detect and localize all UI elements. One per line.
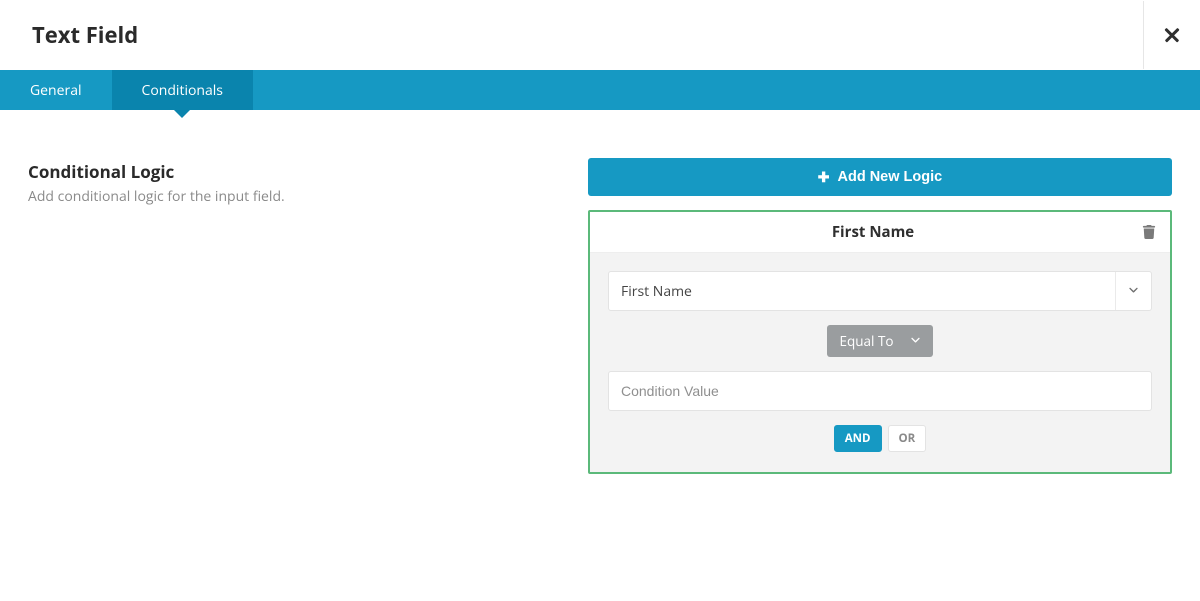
tab-conditionals[interactable]: Conditionals xyxy=(112,70,253,110)
field-select-value: First Name xyxy=(621,282,692,301)
add-new-logic-label: Add New Logic xyxy=(838,169,943,185)
logic-card-header: First Name xyxy=(590,212,1170,253)
logic-card-title: First Name xyxy=(604,222,1142,242)
chevron-down-icon xyxy=(910,332,921,350)
and-label: AND xyxy=(845,431,871,446)
or-button[interactable]: OR xyxy=(888,425,927,452)
content-area: Conditional Logic Add conditional logic … xyxy=(0,110,1200,474)
tab-general[interactable]: General xyxy=(0,70,112,110)
tab-label: Conditionals xyxy=(142,81,223,100)
logic-card-body: First Name Equal To xyxy=(590,253,1170,472)
operator-select[interactable]: Equal To xyxy=(827,325,932,357)
right-column: ✚ Add New Logic First Name First Name xyxy=(588,158,1172,474)
plus-icon: ✚ xyxy=(818,170,830,184)
tab-bar: General Conditionals xyxy=(0,70,1200,110)
or-label: OR xyxy=(899,431,916,446)
chevron-down-icon xyxy=(1128,282,1139,301)
condition-value-input[interactable] xyxy=(608,371,1152,411)
and-or-row: AND OR xyxy=(608,425,1152,452)
close-icon[interactable] xyxy=(1164,28,1179,43)
logic-card: First Name First Name Equal To xyxy=(588,210,1172,474)
page-header: Text Field xyxy=(0,0,1200,70)
operator-value: Equal To xyxy=(839,332,893,350)
left-column: Conditional Logic Add conditional logic … xyxy=(28,158,568,474)
close-button-wrap xyxy=(1143,1,1199,69)
tab-label: General xyxy=(30,81,82,100)
section-description: Add conditional logic for the input fiel… xyxy=(28,187,568,206)
add-new-logic-button[interactable]: ✚ Add New Logic xyxy=(588,158,1172,196)
page-title: Text Field xyxy=(32,20,138,50)
section-title: Conditional Logic xyxy=(28,160,568,183)
operator-row: Equal To xyxy=(608,325,1152,357)
field-select[interactable]: First Name xyxy=(608,271,1152,311)
and-button[interactable]: AND xyxy=(834,425,882,452)
trash-icon[interactable] xyxy=(1142,225,1156,239)
